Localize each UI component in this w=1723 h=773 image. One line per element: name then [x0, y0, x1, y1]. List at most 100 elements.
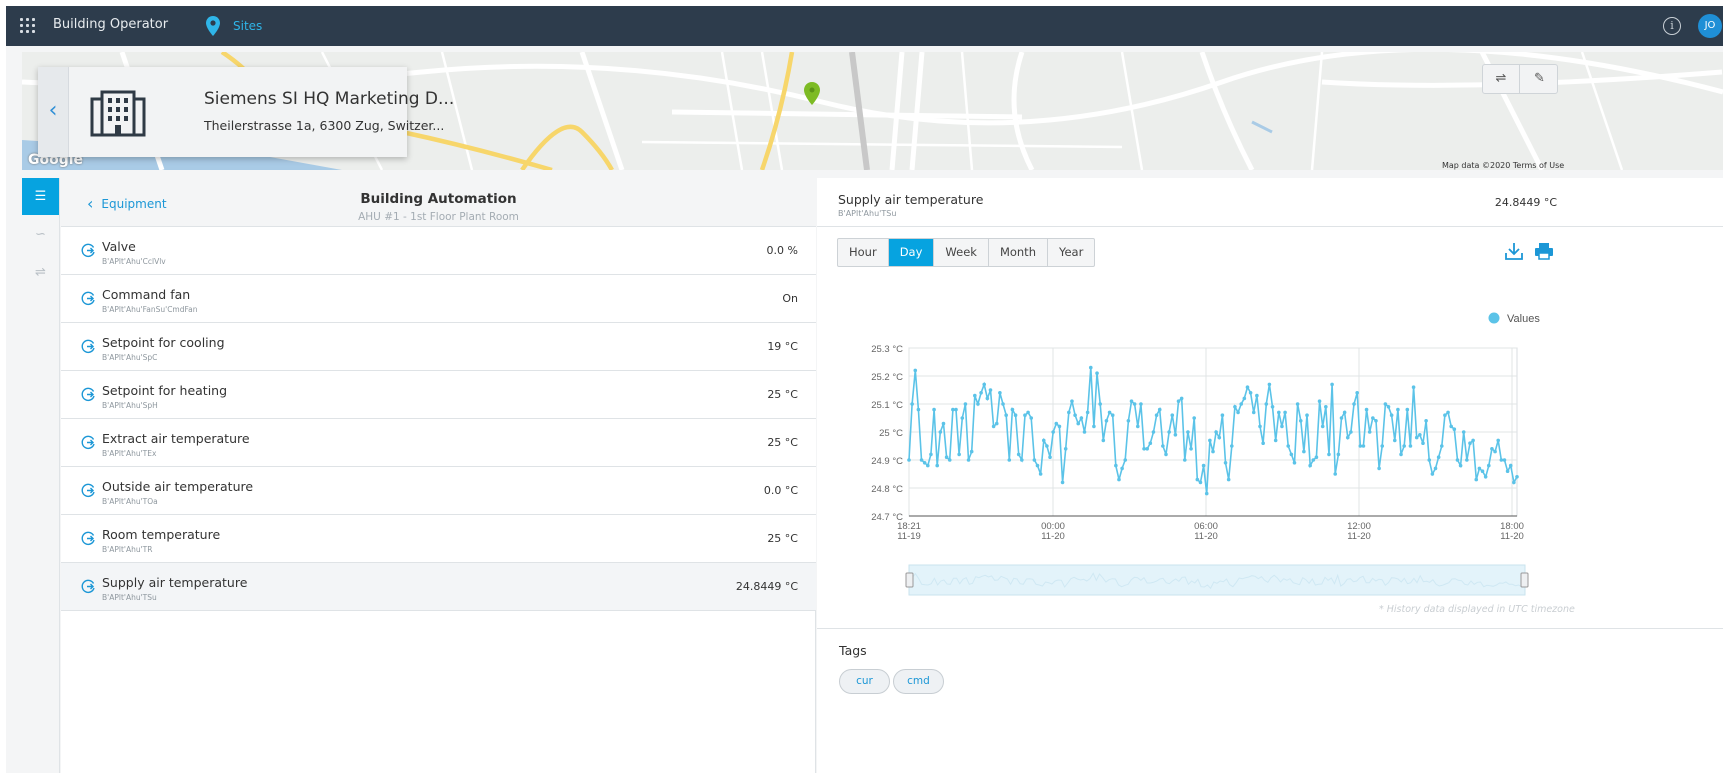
- data-point: [1242, 396, 1247, 401]
- data-point: [1073, 413, 1077, 417]
- row-label: Setpoint for cooling: [102, 335, 225, 350]
- app-switcher-icon[interactable]: [20, 18, 36, 34]
- data-point: [919, 458, 924, 462]
- data-point: [1411, 385, 1416, 389]
- data-point: [951, 407, 955, 412]
- data-point: [998, 391, 1002, 395]
- data-point: [963, 402, 968, 406]
- data-point: [1508, 463, 1513, 468]
- data-point: [1101, 438, 1106, 443]
- data-point: [1399, 452, 1403, 457]
- data-point: [1408, 444, 1413, 448]
- data-point: [1474, 477, 1479, 482]
- list-icon[interactable]: ☰: [22, 178, 59, 215]
- history-chart[interactable]: Values24.7 °C24.8 °C24.9 °C25 °C25.1 °C2…: [817, 298, 1723, 628]
- data-point: [1220, 413, 1225, 417]
- data-point: [1418, 433, 1422, 437]
- range-hour-button[interactable]: Hour: [838, 239, 889, 266]
- data-point: [1446, 410, 1450, 415]
- x-tick-date: 11-20: [1041, 531, 1065, 542]
- tag-chip[interactable]: cur: [839, 669, 890, 694]
- data-point: [1320, 424, 1325, 429]
- row-label: Room temperature: [102, 527, 221, 542]
- data-point: [1512, 480, 1516, 485]
- data-point: [1330, 382, 1334, 387]
- data-point: [1063, 447, 1068, 451]
- row-label: Supply air temperature: [102, 575, 248, 590]
- data-point: [1336, 452, 1341, 457]
- timezone-note: * History data displayed in UTC timezone: [1379, 604, 1575, 615]
- data-point: [973, 393, 977, 398]
- data-point: [1342, 410, 1347, 415]
- data-point: [1214, 430, 1218, 434]
- data-point: [1496, 438, 1500, 443]
- data-point: [1151, 430, 1156, 434]
- equipment-row[interactable]: Room temperature B'APlt'Ahu'TR 25 °C: [61, 515, 816, 563]
- data-point: [1314, 455, 1319, 459]
- data-point: [1433, 466, 1438, 471]
- user-avatar[interactable]: JO: [1698, 14, 1722, 38]
- data-point: [1095, 371, 1099, 375]
- data-point: [1251, 410, 1256, 415]
- print-icon[interactable]: [1534, 242, 1554, 260]
- navigator-handle-left: [905, 572, 914, 588]
- y-tick-label: 24.9 °C: [871, 456, 903, 467]
- data-point: [1499, 458, 1504, 462]
- data-point: [1465, 458, 1469, 462]
- data-point: [1029, 416, 1034, 420]
- edit-icon[interactable]: ✎: [1521, 65, 1558, 93]
- data-point: [1139, 402, 1143, 406]
- data-point: [1493, 449, 1497, 454]
- data-point: [1270, 405, 1275, 409]
- row-address: B'APlt'Ahu'TR: [102, 545, 153, 554]
- row-address: B'APlt'Ahu'CclVlv: [102, 257, 166, 266]
- map-credit: Map data ©2020 Terms of Use: [1442, 161, 1565, 170]
- data-point: [1305, 413, 1309, 417]
- swap-icon[interactable]: ⇌: [1483, 65, 1520, 93]
- data-point: [957, 452, 961, 457]
- data-point: [1349, 430, 1353, 434]
- row-value: 24.8449 °C: [735, 580, 798, 593]
- data-point: [1076, 421, 1081, 426]
- data-point: [1148, 441, 1153, 445]
- range-day-button[interactable]: Day: [888, 239, 935, 266]
- data-point: [1223, 461, 1228, 465]
- equipment-row[interactable]: Supply air temperature B'APlt'Ahu'TSu 24.8…: [61, 563, 816, 611]
- equipment-row[interactable]: Command fan B'APlt'Ahu'FanSu'CmdFan On: [61, 275, 816, 323]
- row-value: 0.0 %: [766, 244, 798, 257]
- range-week-button[interactable]: Week: [934, 239, 989, 266]
- data-point: [969, 449, 974, 454]
- data-point: [979, 391, 983, 395]
- equipment-row[interactable]: Valve B'APlt'Ahu'CclVlv 0.0 %: [61, 227, 816, 275]
- data-point: [1371, 416, 1375, 420]
- sites-link[interactable]: Sites: [233, 19, 262, 33]
- data-point: [976, 402, 980, 406]
- equipment-row[interactable]: Outside air temperature B'APlt'Ahu'TOa 0.0…: [61, 467, 816, 515]
- download-icon[interactable]: [1505, 242, 1523, 260]
- data-point: [916, 407, 921, 412]
- equipment-row[interactable]: Setpoint for heating B'APlt'Ahu'SpH 25 °C: [61, 371, 816, 419]
- site-back-button[interactable]: ‹: [38, 67, 69, 157]
- equipment-row[interactable]: Setpoint for cooling B'APlt'Ahu'SpC 19 °C: [61, 323, 816, 371]
- data-point: [1367, 430, 1372, 434]
- data-point: [1051, 430, 1055, 434]
- data-point: [1173, 433, 1178, 437]
- data-point: [1396, 407, 1400, 412]
- data-point: [926, 463, 930, 468]
- building-icon: [90, 90, 146, 137]
- data-point: [1452, 427, 1457, 431]
- swap-icon[interactable]: ⇌: [22, 254, 59, 291]
- y-tick-label: 24.8 °C: [871, 484, 903, 495]
- data-point: [1082, 430, 1087, 434]
- range-year-button[interactable]: Year: [1048, 239, 1094, 266]
- range-month-button[interactable]: Month: [989, 239, 1048, 266]
- chart-icon[interactable]: ∽: [22, 216, 59, 253]
- data-point: [1383, 402, 1388, 406]
- data-point: [1490, 447, 1494, 451]
- site-name: Siemens SI HQ Marketing D...: [204, 89, 455, 109]
- data-point: [1129, 399, 1134, 403]
- info-icon[interactable]: i: [1663, 17, 1681, 35]
- data-point: [1098, 402, 1102, 406]
- equipment-row[interactable]: Extract air temperature B'APlt'Ahu'TEx 25 …: [61, 419, 816, 467]
- tag-chip[interactable]: cmd: [893, 669, 944, 694]
